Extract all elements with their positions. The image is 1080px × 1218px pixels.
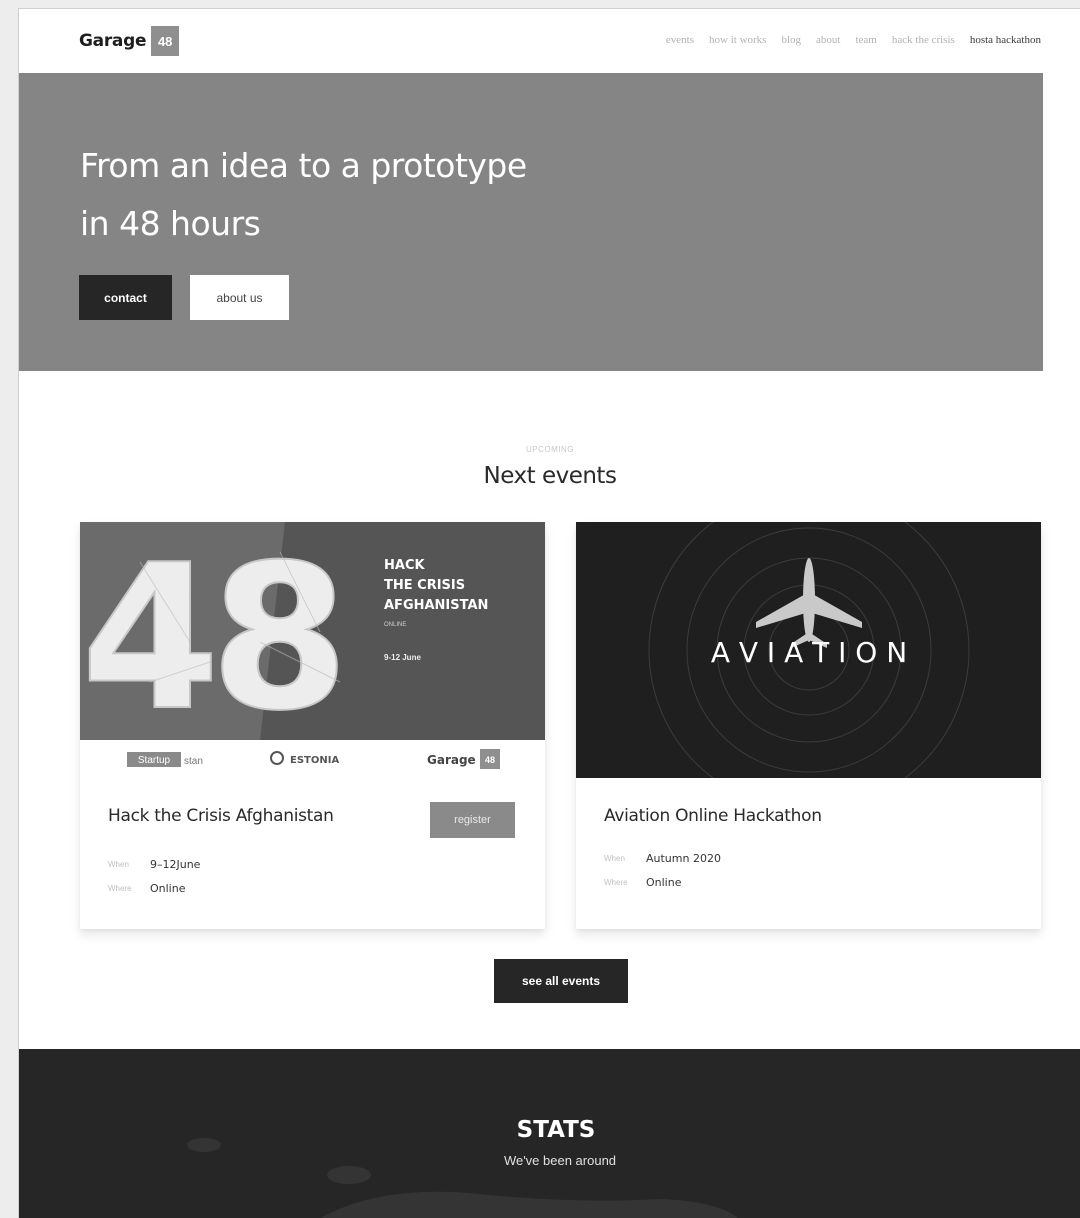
hero-title: From an idea to a prototype in 48 hours xyxy=(80,137,527,253)
big-48-graphic: 48 xyxy=(81,522,339,740)
about-us-button[interactable]: about us xyxy=(190,275,289,320)
hero-title-line-1: From an idea to a prototype xyxy=(80,146,527,185)
logo-number-box: 48 xyxy=(151,26,180,56)
event-card-body: Aviation Online Hackathon When Autumn 20… xyxy=(576,778,1041,929)
where-label: Where xyxy=(108,884,132,893)
garage-logo-number: 48 xyxy=(485,755,495,765)
top-navigation: Garage 48 events how it works blog about… xyxy=(19,9,1080,73)
stats-title: STATS xyxy=(516,1117,596,1143)
nav-item-events[interactable]: events xyxy=(666,34,694,46)
when-label: When xyxy=(108,860,129,869)
aviation-artwork: A V I A T I O N xyxy=(648,522,970,778)
nav-item-host-a-hackathon[interactable]: hosta hackathon xyxy=(970,34,1041,46)
hero-banner: From an idea to a prototype in 48 hours … xyxy=(19,73,1043,371)
nav-item-hack-the-crisis[interactable]: hack the crisis xyxy=(892,34,955,46)
image-heading-line-2: THE CRISIS xyxy=(384,578,465,593)
where-value: Online xyxy=(150,882,186,895)
image-online-label: ONLINE xyxy=(384,622,406,628)
garage48-logo[interactable]: Garage 48 xyxy=(79,26,180,56)
event-where-row: Where Online xyxy=(604,876,681,889)
nav-item-how-it-works[interactable]: how it works xyxy=(709,34,766,46)
nav-item-blog[interactable]: blog xyxy=(781,34,801,46)
startup-logo-suffix: stan xyxy=(184,756,203,767)
nav-item-about[interactable]: about xyxy=(816,34,840,46)
page: Garage 48 events how it works blog about… xyxy=(18,8,1080,1218)
image-heading-line-1: HACK xyxy=(384,558,425,573)
events-section-title: Next events xyxy=(483,463,617,489)
event-when-row: When Autumn 2020 xyxy=(604,852,721,865)
estonia-logo-text: ESTONIA xyxy=(290,755,339,766)
garage-logo-text: Garage xyxy=(427,753,476,767)
startup-logo-text: Startup xyxy=(138,755,171,766)
partner-logos-strip: Startup stan ESTONIA Garage 48 xyxy=(127,749,500,769)
estonia-gear-icon xyxy=(270,751,284,765)
logo-text: Garage xyxy=(79,31,147,51)
event-title[interactable]: Aviation Online Hackathon xyxy=(604,806,822,826)
event-image-aviation[interactable]: A V I A T I O N xyxy=(576,522,1041,778)
map-landmasses xyxy=(187,1138,738,1218)
see-all-events-button[interactable]: see all events xyxy=(494,959,628,1003)
event-title[interactable]: Hack the Crisis Afghanistan xyxy=(108,806,334,826)
image-heading-line-3: AFGHANISTAN xyxy=(384,598,488,613)
contact-button[interactable]: contact xyxy=(79,275,172,320)
when-value: Autumn 2020 xyxy=(646,852,721,865)
event-where-row: Where Online xyxy=(108,882,185,895)
hack-the-crisis-artwork: 48 HACK THE CRISIS AFGHANISTAN ONLINE 9-… xyxy=(80,522,545,740)
when-label: When xyxy=(604,854,625,863)
aviation-word: A V I A T I O N xyxy=(711,636,907,669)
register-button[interactable]: register xyxy=(430,802,515,838)
event-card-hack-the-crisis[interactable]: 48 HACK THE CRISIS AFGHANISTAN ONLINE 9-… xyxy=(80,522,545,929)
nav-item-team[interactable]: team xyxy=(855,34,876,46)
event-card-body: Hack the Crisis Afghanistan register Whe… xyxy=(80,778,545,929)
image-date-label: 9-12 June xyxy=(384,653,421,662)
where-value: Online xyxy=(646,876,682,889)
event-card-aviation[interactable]: A V I A T I O N Aviation Online Hackatho… xyxy=(576,522,1041,929)
events-kicker: UPCOMING xyxy=(526,445,574,454)
stats-subtitle: We've been around xyxy=(503,1153,617,1168)
event-image-hack-the-crisis[interactable]: 48 HACK THE CRISIS AFGHANISTAN ONLINE 9-… xyxy=(80,522,545,740)
nav-menu: events how it works blog about team hack… xyxy=(666,34,1041,46)
hero-title-line-2: in 48 hours xyxy=(80,204,261,243)
when-value: 9–12June xyxy=(150,858,201,871)
stats-section: STATS We've been around xyxy=(19,1049,1080,1218)
event-when-row: When 9–12June xyxy=(108,858,200,871)
partner-logos: Startup stan ESTONIA Garage 48 xyxy=(80,740,545,778)
where-label: Where xyxy=(604,878,628,887)
